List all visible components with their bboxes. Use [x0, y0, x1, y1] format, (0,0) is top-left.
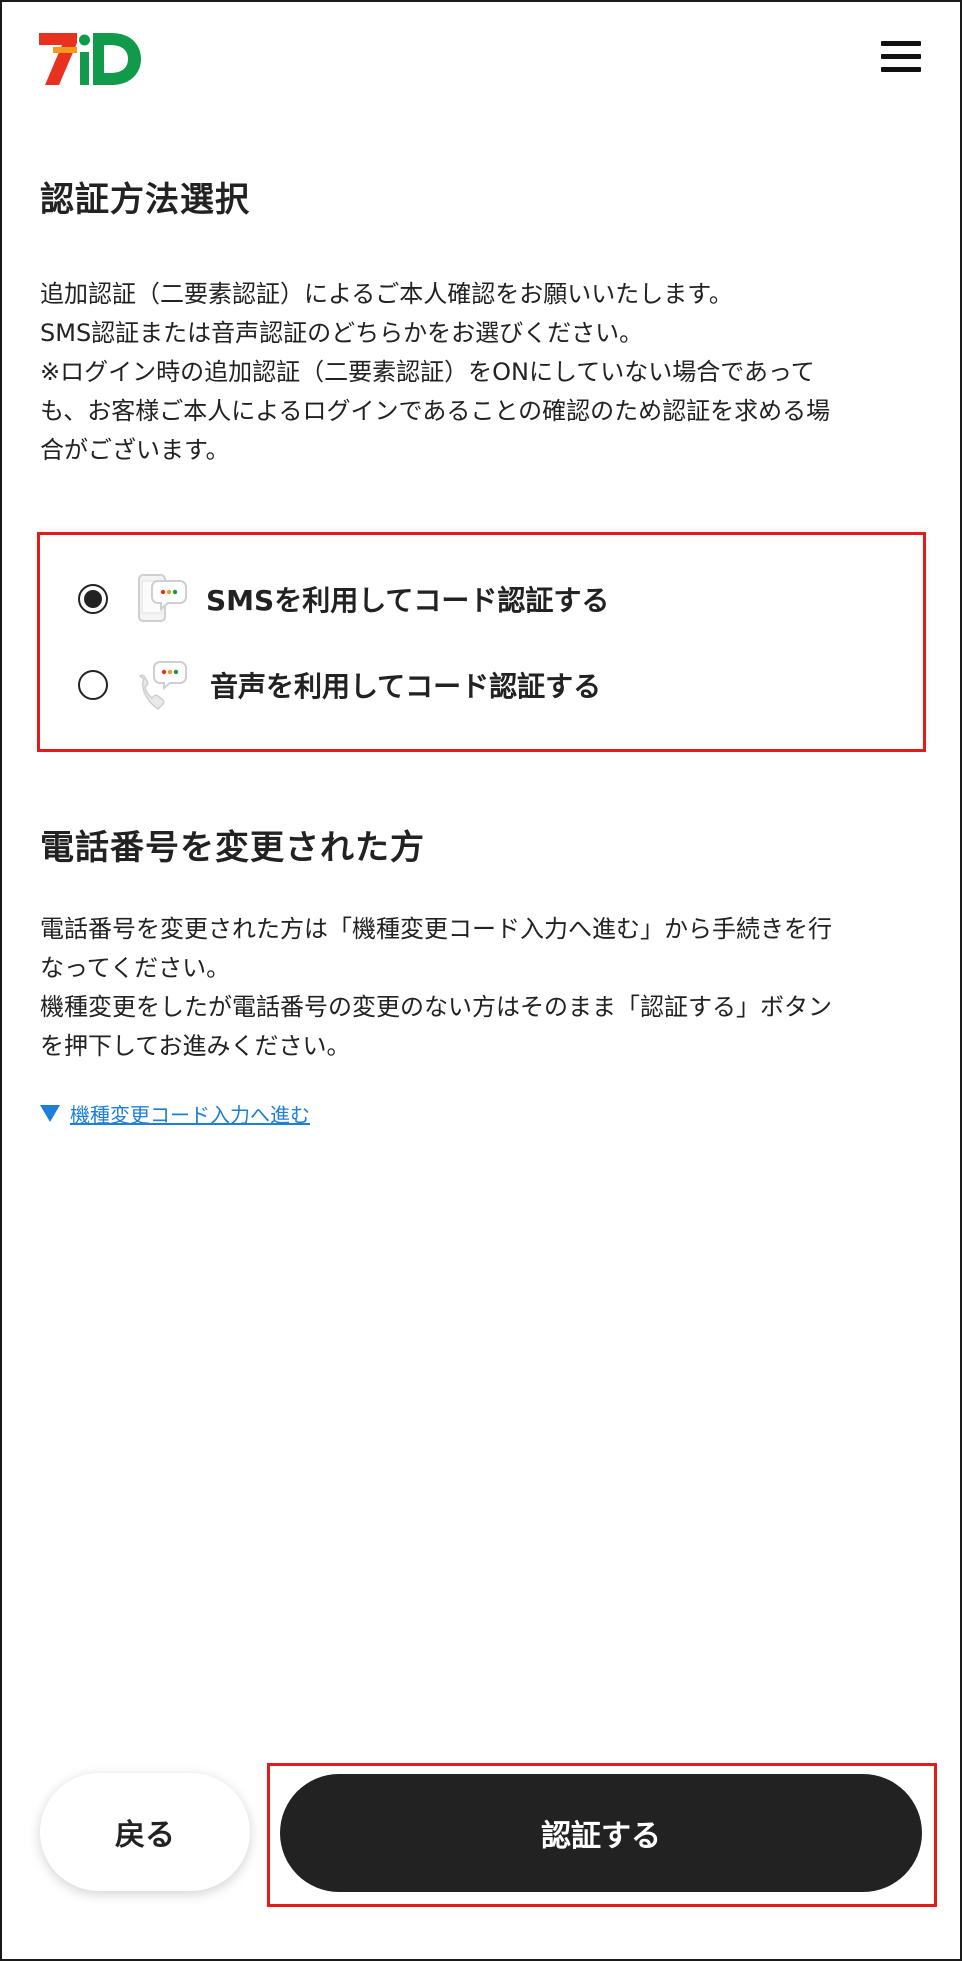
auth-method-title: 認証方法選択	[40, 180, 250, 220]
menu-bar	[881, 54, 921, 59]
sms-option-label: SMSを利用してコード認証する	[206, 584, 610, 617]
phone-change-description-line: なってください。	[40, 954, 231, 982]
sms-radio[interactable]	[78, 584, 108, 614]
back-button[interactable]: 戻る	[40, 1773, 250, 1891]
auth-method-options: SMSを利用してコード認証する 音声を利用してコード認証する	[37, 532, 926, 752]
phone-change-title: 電話番号を変更された方	[40, 828, 425, 868]
auth-description-line: も、お客様ご本人によるログインであることの確認のため認証を求める場	[40, 397, 831, 425]
page-frame: 認証方法選択 追加認証（二要素認証）によるご本人確認をお願いいたします。 SMS…	[0, 0, 962, 1961]
hamburger-menu-icon[interactable]	[877, 36, 925, 80]
voice-option-label: 音声を利用してコード認証する	[210, 670, 602, 703]
device-change-code-link-label: 機種変更コード入力へ進む	[70, 1103, 310, 1127]
phone-change-description: 電話番号を変更された方は「機種変更コード入力へ進む」から手続きを行 なってくださ…	[40, 910, 920, 1066]
phone-change-description-line: 電話番号を変更された方は「機種変更コード入力へ進む」から手続きを行	[40, 915, 832, 943]
voice-option[interactable]: 音声を利用してコード認証する	[78, 655, 601, 715]
auth-description-line: ※ログイン時の追加認証（二要素認証）をONにしていない場合であって	[40, 358, 815, 386]
voice-call-icon	[138, 661, 187, 710]
sms-phone-icon	[138, 574, 187, 622]
authenticate-button[interactable]: 認証する	[280, 1774, 922, 1892]
menu-bar	[881, 67, 921, 72]
phone-change-description-line: を押下してお進みください。	[40, 1032, 351, 1060]
auth-description-line: SMS認証または音声認証のどちらかをお選びください。	[40, 319, 644, 347]
triangle-down-icon	[40, 1105, 60, 1122]
voice-radio[interactable]	[78, 670, 108, 700]
auth-description: 追加認証（二要素認証）によるご本人確認をお願いいたします。 SMS認証または音声…	[40, 275, 920, 470]
phone-change-description-line: 機種変更をしたが電話番号の変更のない方はそのまま「認証する」ボタン	[40, 993, 832, 1021]
seven-id-logo	[39, 33, 141, 85]
auth-description-line: 合がございます。	[40, 436, 230, 464]
menu-bar	[881, 41, 921, 46]
sms-option[interactable]: SMSを利用してコード認証する	[78, 569, 609, 629]
device-change-code-link[interactable]: 機種変更コード入力へ進む	[40, 1099, 310, 1128]
auth-description-line: 追加認証（二要素認証）によるご本人確認をお願いいたします。	[40, 280, 733, 308]
